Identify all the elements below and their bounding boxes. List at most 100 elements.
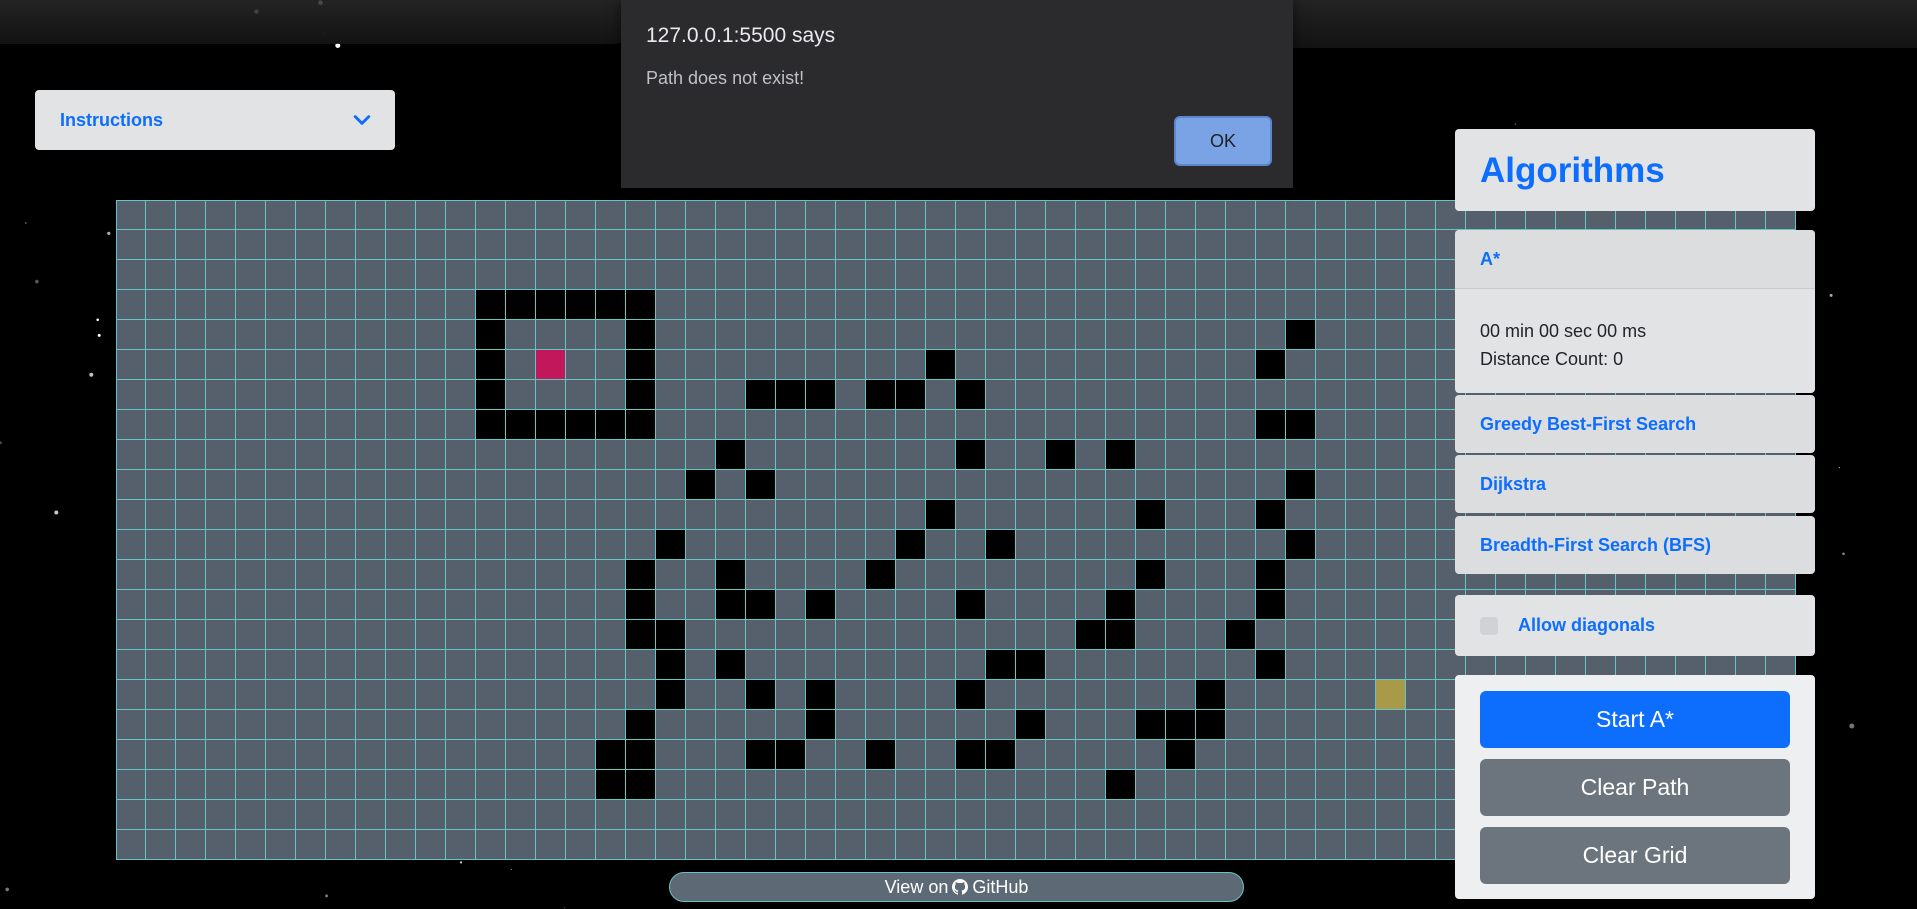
grid-cell[interactable] (1136, 230, 1166, 260)
grid-cell[interactable] (1346, 230, 1376, 260)
grid-cell[interactable] (1346, 350, 1376, 380)
grid-cell[interactable] (896, 260, 926, 290)
grid-cell[interactable] (536, 200, 566, 230)
wall-cell[interactable] (1256, 590, 1286, 620)
grid-cell[interactable] (566, 560, 596, 590)
grid-cell[interactable] (416, 440, 446, 470)
grid-cell[interactable] (236, 230, 266, 260)
grid-cell[interactable] (446, 740, 476, 770)
wall-cell[interactable] (776, 380, 806, 410)
grid-cell[interactable] (686, 320, 716, 350)
grid-cell[interactable] (1196, 380, 1226, 410)
grid-cell[interactable] (566, 380, 596, 410)
grid-cell[interactable] (776, 590, 806, 620)
grid-cell[interactable] (236, 260, 266, 290)
grid-cell[interactable] (776, 680, 806, 710)
wall-cell[interactable] (596, 770, 626, 800)
grid-cell[interactable] (536, 320, 566, 350)
grid-cell[interactable] (416, 560, 446, 590)
wall-cell[interactable] (986, 740, 1016, 770)
grid-cell[interactable] (1406, 290, 1436, 320)
grid-cell[interactable] (296, 590, 326, 620)
grid-cell[interactable] (326, 290, 356, 320)
wall-cell[interactable] (626, 710, 656, 740)
grid-cell[interactable] (1286, 260, 1316, 290)
grid-cell[interactable] (686, 290, 716, 320)
grid-cell[interactable] (1106, 410, 1136, 440)
grid-cell[interactable] (1106, 260, 1136, 290)
wall-cell[interactable] (476, 320, 506, 350)
grid-cell[interactable] (536, 740, 566, 770)
grid-cell[interactable] (206, 410, 236, 440)
grid-cell[interactable] (566, 740, 596, 770)
grid-cell[interactable] (386, 500, 416, 530)
grid-cell[interactable] (1076, 710, 1106, 740)
grid-cell[interactable] (1166, 380, 1196, 410)
wall-cell[interactable] (1136, 560, 1166, 590)
wall-cell[interactable] (956, 380, 986, 410)
grid-cell[interactable] (176, 410, 206, 440)
grid-cell[interactable] (1196, 740, 1226, 770)
grid-cell[interactable] (476, 830, 506, 860)
grid-cell[interactable] (836, 710, 866, 740)
grid-cell[interactable] (416, 710, 446, 740)
grid-cell[interactable] (566, 500, 596, 530)
grid-cell[interactable] (296, 560, 326, 590)
grid-cell[interactable] (476, 500, 506, 530)
grid-cell[interactable] (536, 440, 566, 470)
grid-cell[interactable] (686, 680, 716, 710)
grid-cell[interactable] (416, 740, 446, 770)
grid-cell[interactable] (386, 770, 416, 800)
grid-cell[interactable] (296, 260, 326, 290)
grid-cell[interactable] (656, 470, 686, 500)
grid-cell[interactable] (1016, 440, 1046, 470)
grid-cell[interactable] (1166, 560, 1196, 590)
grid-cell[interactable] (386, 200, 416, 230)
grid-cell[interactable] (476, 560, 506, 590)
wall-cell[interactable] (896, 530, 926, 560)
grid-cell[interactable] (536, 710, 566, 740)
grid-cell[interactable] (746, 230, 776, 260)
grid-cell[interactable] (1226, 500, 1256, 530)
wall-cell[interactable] (476, 350, 506, 380)
grid-cell[interactable] (116, 230, 146, 260)
grid-cell[interactable] (1166, 260, 1196, 290)
wall-cell[interactable] (1076, 620, 1106, 650)
grid-cell[interactable] (776, 530, 806, 560)
grid-cell[interactable] (146, 710, 176, 740)
grid-cell[interactable] (1226, 740, 1256, 770)
wall-cell[interactable] (926, 350, 956, 380)
wall-cell[interactable] (716, 590, 746, 620)
grid-cell[interactable] (806, 800, 836, 830)
grid-cell[interactable] (116, 500, 146, 530)
grid-cell[interactable] (446, 470, 476, 500)
grid-cell[interactable] (1316, 710, 1346, 740)
grid-cell[interactable] (926, 830, 956, 860)
grid-cell[interactable] (206, 680, 236, 710)
grid-cell[interactable] (446, 830, 476, 860)
grid-cell[interactable] (356, 470, 386, 500)
grid-cell[interactable] (776, 200, 806, 230)
wall-cell[interactable] (1166, 740, 1196, 770)
grid-cell[interactable] (416, 260, 446, 290)
grid-cell[interactable] (866, 260, 896, 290)
grid-cell[interactable] (896, 620, 926, 650)
grid-cell[interactable] (1406, 470, 1436, 500)
grid-cell[interactable] (146, 650, 176, 680)
grid-cell[interactable] (1136, 290, 1166, 320)
grid-cell[interactable] (356, 620, 386, 650)
grid-cell[interactable] (176, 590, 206, 620)
grid-cell[interactable] (986, 830, 1016, 860)
grid-cell[interactable] (566, 590, 596, 620)
grid-cell[interactable] (806, 410, 836, 440)
grid-cell[interactable] (236, 770, 266, 800)
grid-cell[interactable] (296, 680, 326, 710)
grid-cell[interactable] (476, 710, 506, 740)
grid-cell[interactable] (386, 680, 416, 710)
grid-cell[interactable] (986, 290, 1016, 320)
grid-cell[interactable] (1376, 560, 1406, 590)
grid-cell[interactable] (536, 770, 566, 800)
grid-cell[interactable] (446, 290, 476, 320)
grid-cell[interactable] (716, 410, 746, 440)
grid-cell[interactable] (1406, 200, 1436, 230)
